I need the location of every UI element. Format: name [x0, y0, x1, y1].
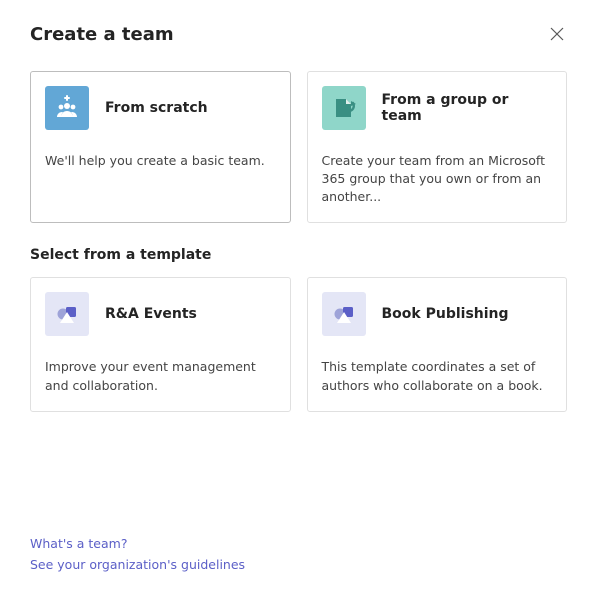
template-cards-row: R&A Events Improve your event management… [30, 277, 567, 411]
card-description: Create your team from an Microsoft 365 g… [322, 152, 553, 206]
card-template-book[interactable]: Book Publishing This template coordinate… [307, 277, 568, 411]
card-title: Book Publishing [382, 306, 509, 322]
people-plus-icon [45, 86, 89, 130]
card-from-group[interactable]: From a group or team Create your team fr… [307, 71, 568, 223]
close-icon [550, 27, 564, 41]
card-title: From scratch [105, 100, 208, 116]
card-head: From scratch [45, 86, 276, 130]
card-description: Improve your event management and collab… [45, 358, 276, 394]
card-description: We'll help you create a basic team. [45, 152, 276, 170]
template-section-label: Select from a template [30, 247, 567, 263]
card-title: R&A Events [105, 306, 197, 322]
card-head: From a group or team [322, 86, 553, 130]
copy-team-icon [322, 86, 366, 130]
link-whats-a-team[interactable]: What's a team? [30, 536, 567, 551]
create-team-dialog: Create a team [0, 0, 597, 592]
card-head: R&A Events [45, 292, 276, 336]
card-title: From a group or team [382, 92, 553, 124]
link-org-guidelines[interactable]: See your organization's guidelines [30, 557, 567, 572]
close-button[interactable] [547, 24, 567, 44]
dialog-footer: What's a team? See your organization's g… [30, 516, 567, 572]
template-icon [322, 292, 366, 336]
top-cards-row: From scratch We'll help you create a bas… [30, 71, 567, 223]
dialog-title: Create a team [30, 24, 174, 45]
card-description: This template coordinates a set of autho… [322, 358, 553, 394]
card-from-scratch[interactable]: From scratch We'll help you create a bas… [30, 71, 291, 223]
dialog-header: Create a team [30, 24, 567, 45]
template-icon [45, 292, 89, 336]
card-head: Book Publishing [322, 292, 553, 336]
card-template-events[interactable]: R&A Events Improve your event management… [30, 277, 291, 411]
